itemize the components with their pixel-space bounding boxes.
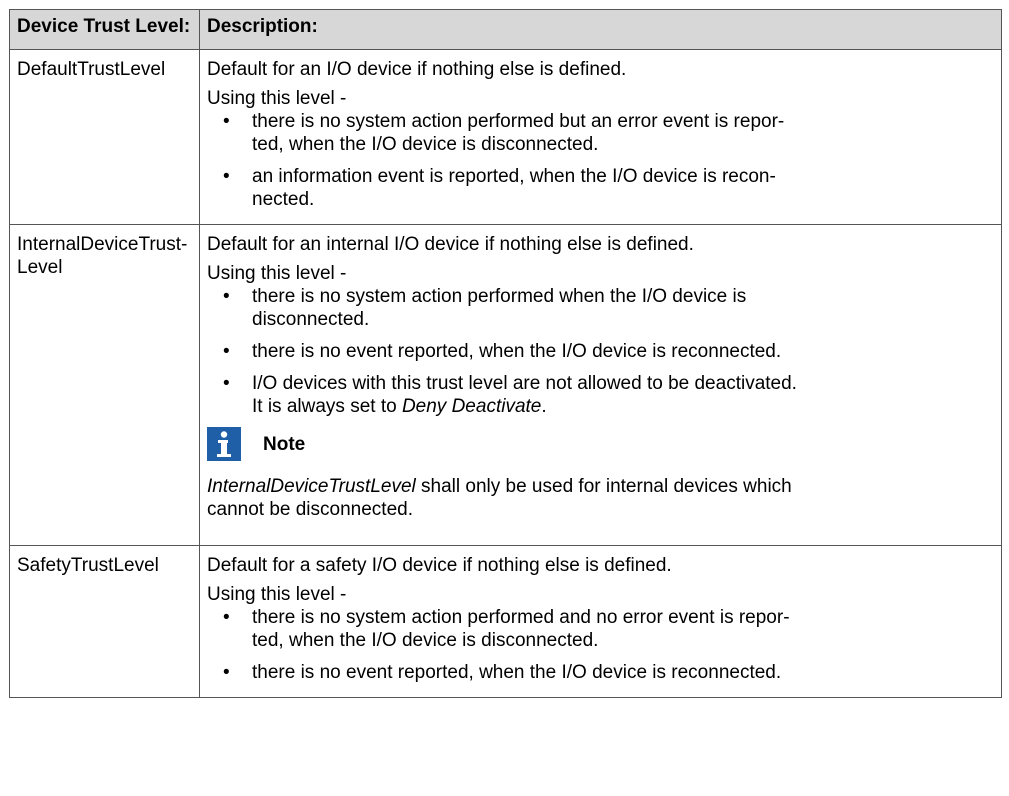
trust-level-table: Device Trust Level: Description: Default… — [9, 9, 1002, 698]
trust-level-label: DefaultTrustLevel — [17, 59, 166, 80]
table-header-row: Device Trust Level: Description: — [9, 9, 1002, 50]
description-lead: Using this level - — [207, 584, 347, 605]
list-item: there is no event reported, when the I/O… — [207, 661, 994, 684]
list-item: there is no system action performed and … — [207, 606, 994, 652]
list-item: an information event is reported, when t… — [207, 165, 994, 211]
description-intro: Default for an internal I/O device if no… — [207, 234, 694, 255]
list-item: I/O devices with this trust level are no… — [207, 372, 994, 418]
trust-level-label: SafetyTrustLevel — [17, 555, 159, 576]
header-device-trust-level: Device Trust Level: — [9, 9, 200, 50]
description-lead: Using this level - — [207, 88, 347, 109]
trust-level-description: Default for an I/O device if nothing els… — [199, 49, 1002, 225]
internal-trust-term: InternalDeviceTrustLevel — [207, 476, 416, 497]
trust-level-description: Default for an internal I/O device if no… — [199, 224, 1002, 546]
trust-level-name: SafetyTrustLevel — [9, 545, 200, 698]
trust-level-name: DefaultTrustLevel — [9, 49, 200, 225]
description-bullets: there is no system action performed when… — [207, 285, 994, 418]
description-intro: Default for a safety I/O device if nothi… — [207, 555, 672, 576]
list-item: there is no system action performed when… — [207, 285, 994, 331]
note-text: InternalDeviceTrustLevel shall only be u… — [207, 476, 792, 520]
note-callout: Note — [207, 427, 994, 461]
deny-deactivate-term: Deny Deactivate — [401, 396, 542, 417]
trust-level-name: InternalDeviceTrust- Level — [9, 224, 200, 546]
header-description: Description: — [199, 9, 1002, 50]
table-row: SafetyTrustLevel Default for a safety I/… — [9, 545, 1002, 698]
list-item: there is no event reported, when the I/O… — [207, 340, 994, 363]
note-title: Note — [263, 433, 306, 455]
trust-level-label: InternalDeviceTrust- Level — [17, 234, 188, 278]
info-icon — [207, 427, 241, 461]
table-row: DefaultTrustLevel Default for an I/O dev… — [9, 49, 1002, 225]
list-item: there is no system action performed but … — [207, 110, 994, 156]
description-bullets: there is no system action performed but … — [207, 110, 994, 211]
trust-level-description: Default for a safety I/O device if nothi… — [199, 545, 1002, 698]
description-bullets: there is no system action performed and … — [207, 606, 994, 684]
description-intro: Default for an I/O device if nothing els… — [207, 59, 627, 80]
table-row: InternalDeviceTrust- Level Default for an… — [9, 224, 1002, 546]
description-lead: Using this level - — [207, 263, 347, 284]
